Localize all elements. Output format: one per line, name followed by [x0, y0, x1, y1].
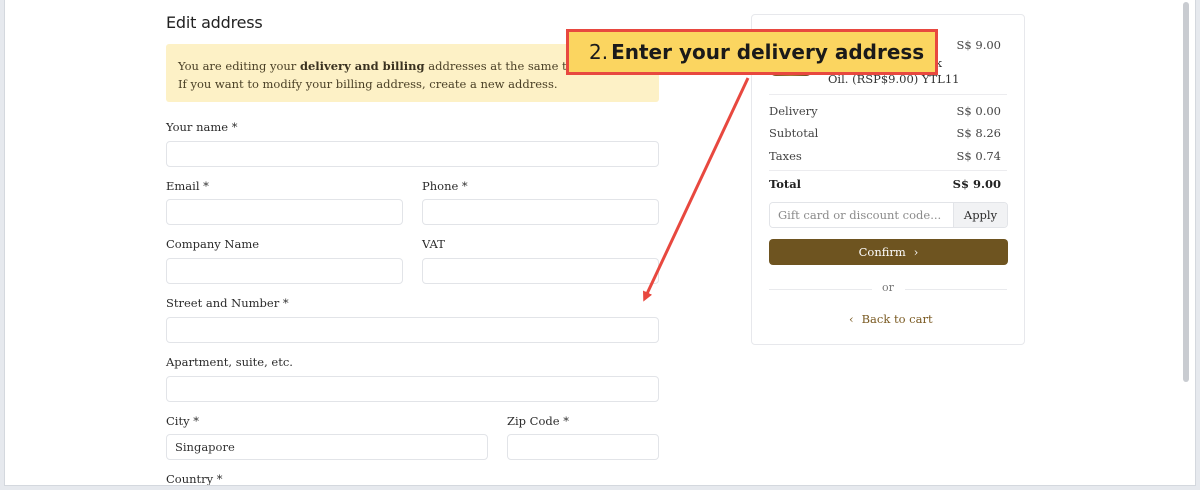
scrollbar-thumb[interactable]: [1183, 2, 1189, 382]
checkout-page: Edit address You are editing your delive…: [4, 0, 1196, 486]
annotation-arrow-icon: [643, 77, 750, 302]
